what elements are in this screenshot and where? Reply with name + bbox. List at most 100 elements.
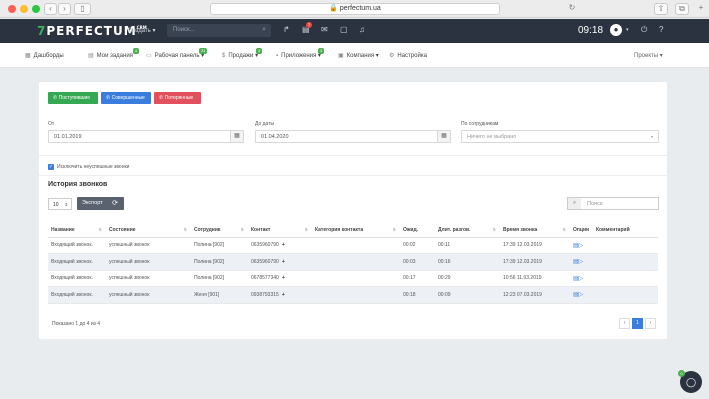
nav-workspace[interactable]: ▭ Рабочая панель ▾ 21: [146, 48, 208, 59]
employee-label: По сотрудникам: [461, 121, 499, 127]
next-page-button[interactable]: ›: [645, 318, 656, 329]
main-nav: ▦ Дашборды ▤ Мои задания 4 ▭ Рабочая панель …: [0, 43, 709, 68]
call-history-table: Название ⇅ Состояние ⇅ Сотрудник ⇅ Контакт ⇅…: [48, 223, 658, 304]
play-icon[interactable]: ▷: [579, 243, 584, 249]
calendar-icon[interactable]: ▦: [230, 131, 243, 142]
calendar-icon[interactable]: ▦: [437, 131, 450, 142]
column-header[interactable]: Категория контакта ⇅: [312, 223, 400, 238]
incoming-calls-button[interactable]: ✆ Поступившие: [48, 92, 98, 104]
add-contact-icon[interactable]: +: [282, 292, 285, 298]
help-icon[interactable]: ?: [659, 25, 663, 34]
column-header[interactable]: Ожид.: [400, 223, 435, 238]
nav-apps[interactable]: ▪ Приложения ▾ 3: [276, 48, 325, 59]
column-header[interactable]: Опции: [570, 223, 593, 238]
chevron-down-icon[interactable]: ▾: [626, 27, 629, 33]
chat-bubble-icon: ◯: [685, 377, 697, 387]
table-row[interactable]: Входящий звонок. успешный звонок Полина …: [48, 237, 658, 254]
clock: 09:18: [578, 25, 604, 36]
to-date-input[interactable]: 01.04.2020 ▦: [255, 130, 451, 143]
call-duration: 00:09: [435, 286, 500, 304]
column-header[interactable]: Длит. разгов. ⇅: [435, 223, 500, 238]
phone-in-icon: ✆: [53, 95, 58, 101]
call-state: успешный звонок: [106, 270, 191, 287]
bell-icon[interactable]: ♫: [359, 25, 365, 34]
call-employee: Полина [902]: [191, 270, 248, 287]
call-time: 10:56 11.03.2019: [500, 270, 570, 287]
tabs-icon[interactable]: ⧉: [675, 3, 689, 15]
top-bar: 7PERFECTUMCRM Создать ▾ Поиск... ⌕ ↱ ▤ 7 ✉…: [0, 19, 709, 43]
call-wait: 00:03: [400, 253, 435, 271]
address-bar[interactable]: 🔒 perfectum.ua: [210, 3, 500, 15]
tasks-icon[interactable]: ▤ 7: [302, 22, 313, 34]
page-size-select[interactable]: 10 ⇕: [48, 198, 72, 210]
search-icon: ⌕: [262, 26, 266, 33]
nav-label: Продажи ▾: [228, 53, 259, 59]
contact-number[interactable]: 0635960790: [251, 242, 279, 248]
nav-company[interactable]: ▣ Компания ▾: [338, 52, 379, 59]
column-label: Длит. разгов.: [438, 226, 471, 233]
global-search-input[interactable]: Поиск... ⌕: [167, 24, 271, 37]
projects-menu[interactable]: Проекты ▾: [634, 52, 663, 59]
from-date-value: 01.01.2019: [54, 134, 82, 140]
column-header[interactable]: Сотрудник ⇅: [191, 223, 248, 238]
column-header[interactable]: Время звонка ⇅: [500, 223, 570, 238]
export-label: Экспорт: [82, 200, 103, 206]
play-icon[interactable]: ▷: [579, 292, 584, 298]
sidebar-icon[interactable]: ▯: [74, 3, 91, 15]
table-search-input[interactable]: ⌕ Поиск:: [567, 197, 659, 210]
play-icon[interactable]: ▷: [579, 259, 584, 265]
tasks-icon: ▤: [88, 53, 94, 59]
page-size-value: 10: [53, 202, 59, 208]
nav-dashboards[interactable]: ▦ Дашборды: [25, 52, 64, 59]
power-icon[interactable]: ⏻: [641, 25, 647, 35]
avatar[interactable]: ●: [610, 24, 622, 36]
exclude-failed-checkbox[interactable]: ✓: [48, 164, 54, 170]
add-contact-icon[interactable]: +: [282, 275, 285, 281]
zoom-window-button[interactable]: [32, 5, 40, 13]
table-row[interactable]: Входящий звонок. успешный звонок Женя [9…: [48, 286, 658, 304]
nav-my-tasks[interactable]: ▤ Мои задания 4: [88, 48, 139, 59]
export-button[interactable]: Экспорт ⟳: [77, 197, 124, 210]
building-icon: ▣: [338, 53, 344, 59]
column-header[interactable]: Название ⇅: [48, 223, 106, 238]
missed-calls-button[interactable]: ✆ Потерянные: [154, 92, 201, 104]
document-icon[interactable]: ▢: [340, 25, 348, 34]
back-icon[interactable]: ‹: [44, 3, 57, 15]
made-calls-button[interactable]: ✆ Совершенные: [101, 92, 151, 104]
page-1-button[interactable]: 1: [632, 318, 643, 329]
share-icon[interactable]: ⇧: [654, 3, 668, 15]
from-date-input[interactable]: 01.01.2019 ▦: [48, 130, 244, 143]
call-duration: 00:11: [435, 237, 500, 254]
refresh-icon: ⟳: [112, 200, 118, 207]
nav-sales[interactable]: $ Продажи ▾ 4: [222, 48, 263, 59]
table-search-placeholder: Поиск:: [587, 201, 604, 207]
add-contact-icon[interactable]: +: [282, 242, 285, 248]
mail-icon[interactable]: ✉: [321, 25, 328, 34]
column-header[interactable]: Комментарий: [593, 223, 658, 238]
minimize-window-button[interactable]: [20, 5, 28, 13]
contact-number[interactable]: 0678577340: [251, 275, 279, 281]
add-contact-icon[interactable]: +: [282, 259, 285, 265]
share-arrow-icon[interactable]: ↱: [283, 25, 290, 34]
contact-number[interactable]: 0635960790: [251, 259, 279, 265]
play-icon[interactable]: ▷: [579, 276, 584, 282]
close-window-button[interactable]: [8, 5, 16, 13]
new-tab-icon[interactable]: +: [695, 3, 707, 15]
employee-select[interactable]: Ничего не выбрано ▾: [461, 130, 659, 143]
contact-number[interactable]: 0938793315: [251, 292, 279, 298]
create-menu[interactable]: Создать ▾: [128, 27, 155, 34]
logo-mark: 7: [37, 24, 47, 38]
missed-label: Потерянные: [164, 95, 194, 101]
column-label: Контакт: [251, 226, 271, 233]
nav-settings[interactable]: ⚙ Настройка: [389, 52, 427, 59]
call-contact: 0678577340 +: [248, 270, 312, 287]
call-duration: 00:16: [435, 253, 500, 271]
chat-widget-button[interactable]: ◯ 0: [678, 370, 702, 393]
reload-icon[interactable]: ↻: [566, 3, 578, 15]
forward-icon[interactable]: ›: [58, 3, 71, 15]
table-row[interactable]: Входящий звонок. успешный звонок Полина …: [48, 253, 658, 271]
column-header[interactable]: Состояние ⇅: [106, 223, 191, 238]
column-header[interactable]: Контакт ⇅: [248, 223, 312, 238]
table-row[interactable]: Входящий звонок. успешный звонок Полина …: [48, 270, 658, 287]
prev-page-button[interactable]: ‹: [619, 318, 630, 329]
